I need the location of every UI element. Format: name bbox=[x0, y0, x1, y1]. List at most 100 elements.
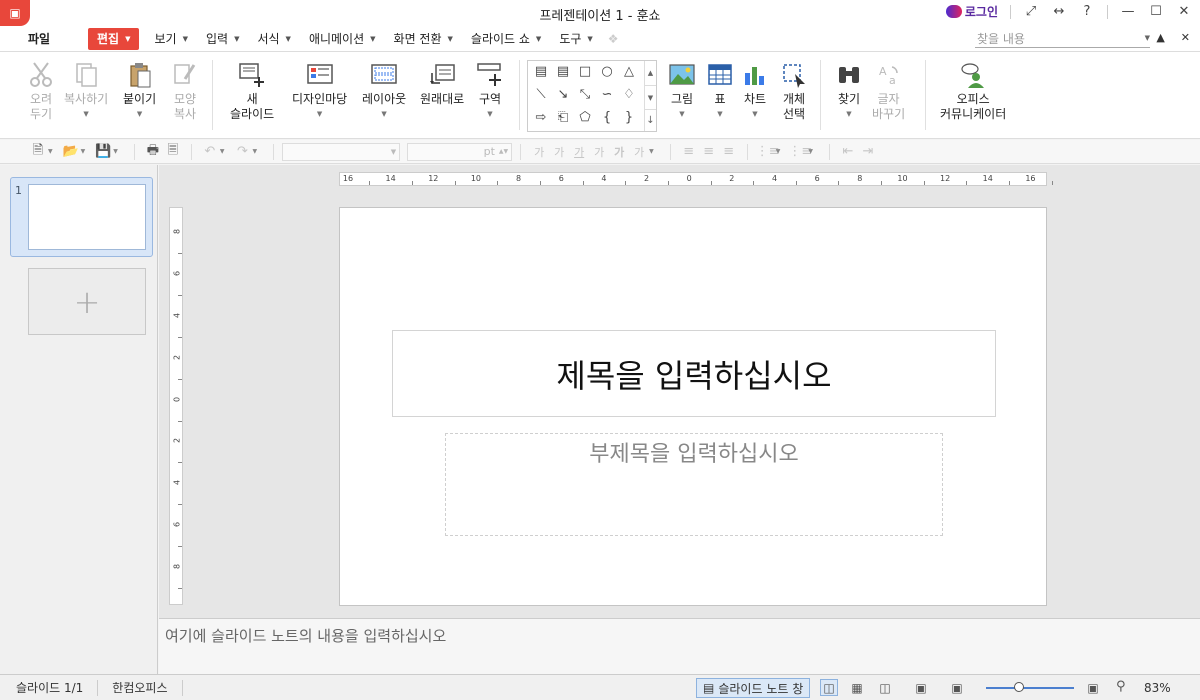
maximize-icon[interactable]: ☐ bbox=[1148, 4, 1164, 19]
split-view-icon[interactable]: ↔ bbox=[1051, 4, 1067, 19]
notes-pane[interactable]: 여기에 슬라이드 노트의 내용을 입력하십시오 bbox=[159, 618, 1200, 674]
left-brace-icon[interactable]: { bbox=[597, 110, 617, 125]
close-icon[interactable]: ✕ bbox=[1176, 4, 1192, 19]
print-icon[interactable]: 🖶 bbox=[143, 141, 163, 163]
menu-tools[interactable]: 도구 ▼ bbox=[550, 28, 601, 50]
print-preview-icon[interactable]: 🗏 bbox=[163, 141, 183, 163]
fullscreen-icon[interactable]: ⤢ bbox=[1023, 4, 1039, 19]
section-button[interactable]: 구역 ▼ bbox=[475, 60, 505, 122]
menu-format[interactable]: 서식 ▼ bbox=[248, 28, 299, 50]
bullet-list-icon[interactable]: ⋮≡ bbox=[756, 144, 780, 159]
chevron-down-icon[interactable]: ▼ bbox=[645, 85, 656, 109]
select-object-button[interactable]: 개체 선택 bbox=[779, 60, 809, 122]
chevron-down-icon[interactable]: ▼ bbox=[113, 148, 118, 155]
new-slide-button[interactable]: 새 슬라이드 bbox=[230, 60, 274, 122]
right-brace-icon[interactable]: } bbox=[619, 110, 639, 125]
cube-icon[interactable]: ⬠ bbox=[575, 110, 595, 125]
chevron-down-icon[interactable]: ▼ bbox=[649, 148, 654, 155]
zoom-slider[interactable] bbox=[986, 687, 1074, 689]
format-copy-button[interactable]: 모양 복사 bbox=[170, 60, 200, 122]
indent-increase-icon[interactable]: ⇥ bbox=[858, 144, 878, 159]
communicator-button[interactable]: 오피스 커뮤니케이터 bbox=[940, 60, 1006, 122]
zoom-in-icon[interactable]: ▣ bbox=[1084, 679, 1102, 696]
align-left-icon[interactable]: ≡ bbox=[679, 144, 699, 159]
minimize-icon[interactable]: — bbox=[1120, 4, 1136, 19]
search-input[interactable]: 찾을 내용 ▼ bbox=[975, 29, 1150, 48]
undo-icon[interactable]: ↶ bbox=[200, 144, 220, 159]
curve-icon[interactable]: ∽ bbox=[597, 87, 617, 102]
fit-page-icon[interactable]: ▣ bbox=[912, 679, 930, 696]
notes-pane-toggle[interactable]: ▤ 슬라이드 노트 창 bbox=[696, 678, 811, 698]
superscript-icon[interactable]: 가 bbox=[589, 144, 609, 160]
arrow-line-icon[interactable]: ↘ bbox=[553, 87, 573, 102]
ribbon-close-icon[interactable]: ✕ bbox=[1181, 31, 1190, 44]
freeform-icon[interactable]: ♢ bbox=[619, 87, 639, 102]
font-name-select[interactable]: ▼ bbox=[282, 142, 401, 161]
help-icon[interactable]: ? bbox=[1079, 4, 1095, 19]
zoom-out-icon[interactable]: ▣ bbox=[948, 679, 966, 696]
redo-icon[interactable]: ↷ bbox=[233, 144, 253, 159]
gallery-expand-icon[interactable]: ↓ bbox=[645, 109, 656, 131]
font-shrink-icon[interactable]: 가 bbox=[549, 144, 569, 160]
add-in-icon[interactable]: ❖ bbox=[608, 32, 619, 46]
indent-decrease-icon[interactable]: ⇤ bbox=[838, 144, 858, 159]
menu-view[interactable]: 보기 ▼ bbox=[145, 28, 196, 50]
slide-thumbnail[interactable] bbox=[28, 184, 146, 250]
chevron-down-icon[interactable]: ▼ bbox=[253, 148, 258, 155]
open-folder-icon[interactable]: 📂 bbox=[61, 144, 81, 159]
block-arrow-icon[interactable]: ⇨ bbox=[531, 110, 551, 125]
picture-button[interactable]: 그림 ▼ bbox=[667, 60, 697, 122]
double-arrow-icon[interactable]: ⤡ bbox=[575, 87, 595, 102]
textbox-icon[interactable]: ▤ bbox=[531, 64, 551, 79]
flowchart-icon[interactable]: ⎗ bbox=[553, 110, 573, 125]
font-size-input[interactable]: pt ▲▼ bbox=[407, 142, 513, 161]
circle-icon[interactable]: ○ bbox=[597, 64, 617, 79]
find-button[interactable]: 찾기 ▼ bbox=[834, 60, 864, 122]
slide-sorter-icon[interactable]: ▦ bbox=[848, 679, 866, 696]
underline-icon[interactable]: 가 bbox=[569, 144, 589, 160]
chevron-down-icon[interactable]: ▼ bbox=[81, 148, 86, 155]
chevron-down-icon[interactable]: ▼ bbox=[1145, 34, 1150, 42]
title-placeholder[interactable]: 제목을 입력하십시오 bbox=[392, 330, 996, 417]
login-button[interactable]: 로그인 bbox=[945, 3, 998, 20]
menu-file[interactable]: 파일 bbox=[28, 30, 78, 47]
chevron-down-icon[interactable]: ▼ bbox=[808, 148, 813, 155]
triangle-icon[interactable]: △ bbox=[619, 64, 639, 79]
slide[interactable]: 제목을 입력하십시오 부제목을 입력하십시오 bbox=[339, 207, 1047, 606]
gallery-scroll[interactable]: ▲ ▼ ↓ bbox=[644, 61, 656, 131]
shape-gallery[interactable]: ▤ ▤ □ ○ △ ⟍ ↘ ⤡ ∽ ♢ ⇨ ⎗ ⬠ { } ▲ ▼ ↓ bbox=[527, 60, 657, 132]
normal-view-icon[interactable]: ◫ bbox=[820, 679, 838, 696]
chevron-down-icon[interactable]: ▼ bbox=[220, 148, 225, 155]
menu-insert[interactable]: 입력 ▼ bbox=[197, 28, 248, 50]
chevron-down-icon[interactable]: ▼ bbox=[48, 148, 53, 155]
magnifier-icon[interactable]: ⚲ bbox=[1116, 679, 1126, 694]
menu-edit[interactable]: 편집 ▼ bbox=[88, 27, 140, 50]
menu-slideshow[interactable]: 슬라이드 쇼 ▼ bbox=[462, 28, 550, 50]
reset-button[interactable]: 원래대로 bbox=[420, 60, 464, 107]
paste-button[interactable]: 붙이기 ▼ bbox=[123, 60, 156, 122]
new-document-icon[interactable]: 🗎 bbox=[28, 141, 48, 163]
font-color-icon[interactable]: 가 bbox=[629, 144, 649, 160]
table-button[interactable]: 표 ▼ bbox=[705, 60, 735, 122]
line-icon[interactable]: ⟍ bbox=[531, 87, 551, 102]
add-slide-button[interactable]: + bbox=[28, 268, 146, 335]
chevron-up-icon[interactable]: ▲ bbox=[1156, 31, 1164, 44]
subtitle-placeholder[interactable]: 부제목을 입력하십시오 bbox=[445, 433, 943, 536]
slideshow-view-icon[interactable]: ◫ bbox=[876, 679, 894, 696]
slide-thumbnail-item[interactable]: 1 bbox=[10, 177, 153, 257]
font-grow-icon[interactable]: 가 bbox=[529, 144, 549, 160]
stepper-icon[interactable]: ▲▼ bbox=[499, 148, 508, 155]
menu-transition[interactable]: 화면 전환 ▼ bbox=[385, 28, 462, 50]
chevron-down-icon[interactable]: ▼ bbox=[776, 148, 781, 155]
replace-button[interactable]: Aa 글자 바꾸기 bbox=[872, 60, 905, 122]
cut-button[interactable]: 오려 두기 bbox=[26, 60, 56, 122]
save-icon[interactable]: 💾 bbox=[93, 144, 113, 159]
align-right-icon[interactable]: ≡ bbox=[719, 144, 739, 159]
chart-button[interactable]: 차트 ▼ bbox=[740, 60, 770, 122]
align-center-icon[interactable]: ≡ bbox=[699, 144, 719, 159]
design-button[interactable]: 디자인마당 ▼ bbox=[292, 60, 347, 122]
menu-animation[interactable]: 애니메이션 ▼ bbox=[300, 28, 385, 50]
layout-button[interactable]: 레이아웃 ▼ bbox=[362, 60, 406, 122]
textbox-vertical-icon[interactable]: ▤ bbox=[553, 64, 573, 79]
bold-icon[interactable]: 가 bbox=[609, 144, 629, 160]
